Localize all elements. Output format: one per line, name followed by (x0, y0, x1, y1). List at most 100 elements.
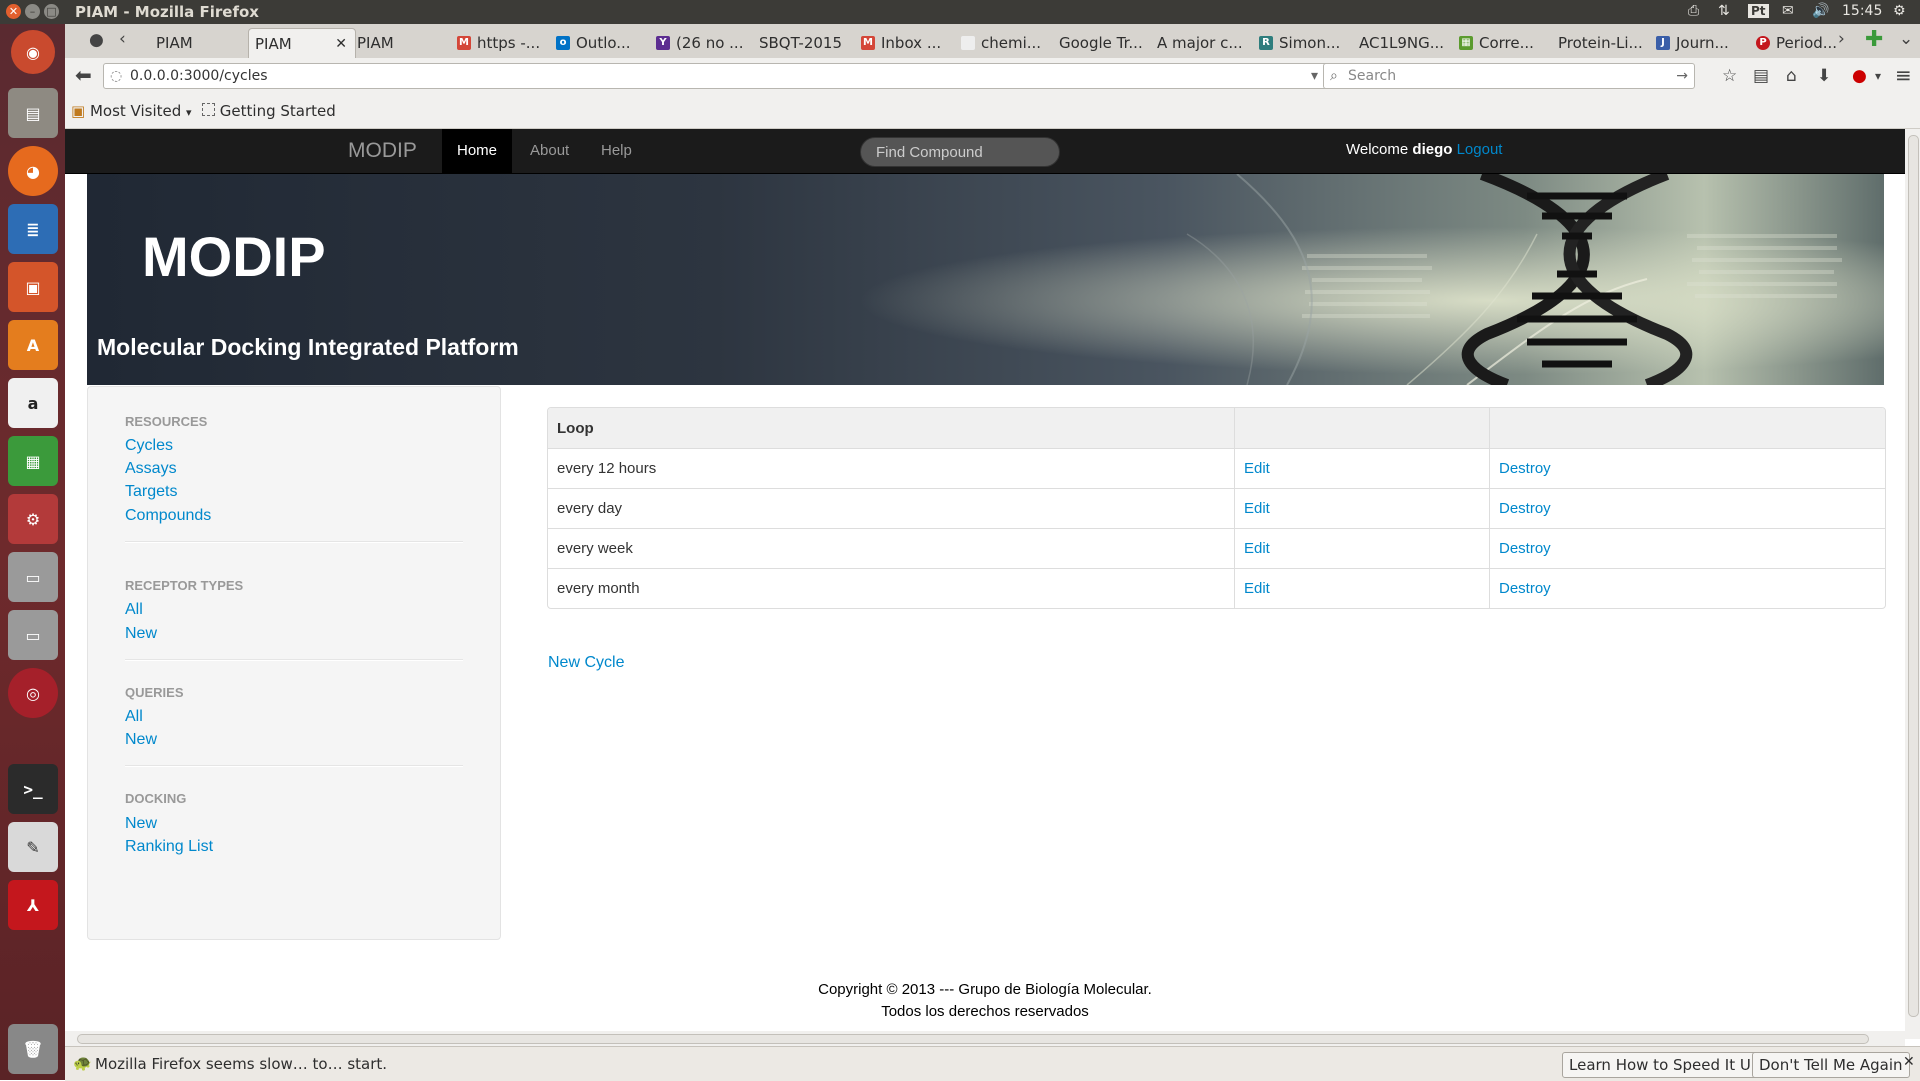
sidebar-item-compounds[interactable]: Compounds (125, 507, 211, 525)
horizontal-scrollbar[interactable] (65, 1031, 1905, 1046)
printer-icon[interactable]: ⎙ (1688, 3, 1699, 19)
tab-outlook[interactable]: o Outlo... (550, 28, 646, 58)
destroy-link[interactable]: Destroy (1499, 460, 1551, 477)
tab-piam-1[interactable]: PIAM (150, 28, 251, 58)
menu-icon[interactable]: ≡ (1895, 63, 1912, 87)
bookmark-star-icon[interactable]: ☆ (1722, 66, 1737, 86)
minimize-window-button[interactable]: – (25, 4, 40, 19)
vertical-scrollbar[interactable] (1905, 129, 1920, 1039)
sidebar-item-queries-new[interactable]: New (125, 731, 157, 749)
sidebar-header-resources: RESOURCES (125, 414, 208, 429)
adblock-icon[interactable]: ● (1852, 66, 1867, 86)
drive-icon-2[interactable]: ▭ (8, 610, 58, 660)
search-go-icon[interactable]: → (1676, 64, 1688, 88)
trash-icon[interactable]: 🗑 (8, 1024, 58, 1074)
find-compound-input[interactable]: Find Compound (860, 137, 1060, 167)
files-icon[interactable]: ▤ (8, 88, 58, 138)
learn-speed-up-button[interactable]: Learn How to Speed It Up (1562, 1052, 1768, 1078)
close-notification-icon[interactable]: ✕ (1903, 1054, 1915, 1070)
dont-tell-again-button[interactable]: Don't Tell Me Again (1752, 1052, 1910, 1078)
adblock-dropdown-icon[interactable]: ▾ (1875, 69, 1881, 83)
destroy-link[interactable]: Destroy (1499, 500, 1551, 517)
impress-icon[interactable]: ▣ (8, 262, 58, 312)
destroy-link[interactable]: Destroy (1499, 540, 1551, 557)
tab-piam-active[interactable]: PIAM ✕ (248, 28, 356, 59)
download-icon[interactable]: ⬇ (1817, 66, 1831, 86)
close-window-button[interactable]: ✕ (6, 4, 21, 19)
tab-label: PIAM (156, 34, 193, 52)
destroy-link[interactable]: Destroy (1499, 580, 1551, 597)
volume-icon[interactable]: 🔊 (1812, 3, 1829, 19)
sidebar-item-receptor-all[interactable]: All (125, 601, 143, 619)
keyboard-layout-indicator[interactable]: Pt (1748, 4, 1769, 18)
nav-help[interactable]: Help (586, 129, 647, 173)
tab-sbqt[interactable]: SBQT-2015 (753, 28, 854, 58)
mail-icon[interactable]: ✉ (1782, 3, 1794, 19)
sidebar-item-queries-all[interactable]: All (125, 708, 143, 726)
clock[interactable]: 15:45 (1842, 3, 1882, 19)
amazon-icon[interactable]: a (8, 378, 58, 428)
tab-chemi[interactable]: chemi... (955, 28, 1056, 58)
sidebar-item-assays[interactable]: Assays (125, 460, 177, 478)
tab-simon[interactable]: R Simon... (1253, 28, 1349, 58)
tab-list-icon[interactable]: ● (89, 30, 104, 50)
search-bar[interactable]: ⌕ Search → (1323, 63, 1695, 89)
ubuntu-dash-icon[interactable]: ◉ (11, 30, 55, 74)
tab-list-dropdown-icon[interactable]: ⌄ (1899, 29, 1913, 49)
text-editor-icon[interactable]: ✎ (8, 822, 58, 872)
tab-a-major[interactable]: A major c... (1151, 28, 1252, 58)
new-cycle-link[interactable]: New Cycle (548, 654, 624, 672)
sidebar-item-cycles[interactable]: Cycles (125, 437, 173, 455)
writer-icon[interactable]: ≣ (8, 204, 58, 254)
scroll-tabs-left-icon[interactable]: ‹ (119, 29, 126, 49)
history-dropdown-icon[interactable]: ▾ (1311, 64, 1318, 88)
firefox-icon[interactable]: ◕ (8, 146, 58, 196)
media-player-icon[interactable]: ◎ (8, 668, 58, 718)
sidebar-item-receptor-new[interactable]: New (125, 625, 157, 643)
edit-link[interactable]: Edit (1244, 580, 1270, 597)
maximize-window-button[interactable]: □ (44, 4, 59, 19)
new-tab-icon[interactable]: ✚ (1865, 27, 1883, 52)
getting-started-bookmark[interactable]: Getting Started (202, 102, 336, 120)
network-icon[interactable]: ⇅ (1718, 3, 1730, 19)
nav-home[interactable]: Home (442, 129, 513, 173)
logout-link[interactable]: Logout (1457, 141, 1503, 158)
scroll-tabs-right-icon[interactable]: › (1838, 29, 1845, 49)
edit-link[interactable]: Edit (1244, 500, 1270, 517)
tab-piam-3[interactable]: PIAM (351, 28, 447, 58)
most-visited-bookmark[interactable]: ▣ Most Visited ▾ (71, 102, 192, 120)
sidebar-item-docking-new[interactable]: New (125, 815, 157, 833)
terminal-icon[interactable]: >_ (8, 764, 58, 814)
tab-period[interactable]: P Period... (1750, 28, 1841, 58)
tab-protein[interactable]: Protein-Li... (1552, 28, 1653, 58)
outlook-icon: o (556, 36, 570, 50)
tab-yahoo[interactable]: Y (26 no ... (650, 28, 746, 58)
reading-list-icon[interactable]: ▤ (1753, 66, 1769, 86)
url-bar[interactable]: ◌ 0.0.0.0:3000/cycles ▾ ↻ (103, 63, 1345, 89)
tab-google-translate[interactable]: Google Tr... (1053, 28, 1154, 58)
edit-link[interactable]: Edit (1244, 460, 1270, 477)
vertical-scroll-thumb[interactable] (1908, 135, 1919, 1017)
edit-link[interactable]: Edit (1244, 540, 1270, 557)
back-icon[interactable]: ⬅ (75, 63, 92, 87)
home-icon[interactable]: ⌂ (1786, 66, 1797, 86)
tab-journ[interactable]: J Journ... (1650, 28, 1751, 58)
close-tab-icon[interactable]: ✕ (335, 36, 347, 52)
calc-icon[interactable]: ▦ (8, 436, 58, 486)
top-panel: ✕ – □ PIAM - Mozilla Firefox ⎙ ⇅ Pt ✉ 🔊 … (0, 0, 1920, 24)
site-brand[interactable]: MODIP (348, 139, 417, 163)
software-center-icon[interactable]: A (8, 320, 58, 370)
sidebar-item-targets[interactable]: Targets (125, 483, 177, 501)
tab-corre[interactable]: ▦ Corre... (1453, 28, 1549, 58)
hero-banner: MODIP Molecular Docking Integrated Platf… (87, 174, 1884, 385)
tab-ac1l9ng[interactable]: AC1L9NG... (1353, 28, 1454, 58)
drive-icon[interactable]: ▭ (8, 552, 58, 602)
horizontal-scroll-thumb[interactable] (77, 1034, 1869, 1044)
system-settings-icon[interactable]: ⚙ (8, 494, 58, 544)
sidebar-item-ranking-list[interactable]: Ranking List (125, 838, 213, 856)
pdf-reader-icon[interactable]: ⅄ (8, 880, 58, 930)
nav-about[interactable]: About (515, 129, 584, 173)
tab-gmail[interactable]: Mhttps -... (451, 28, 552, 58)
tab-inbox[interactable]: M Inbox ... (855, 28, 956, 58)
settings-gear-icon[interactable]: ⚙ (1893, 3, 1906, 19)
